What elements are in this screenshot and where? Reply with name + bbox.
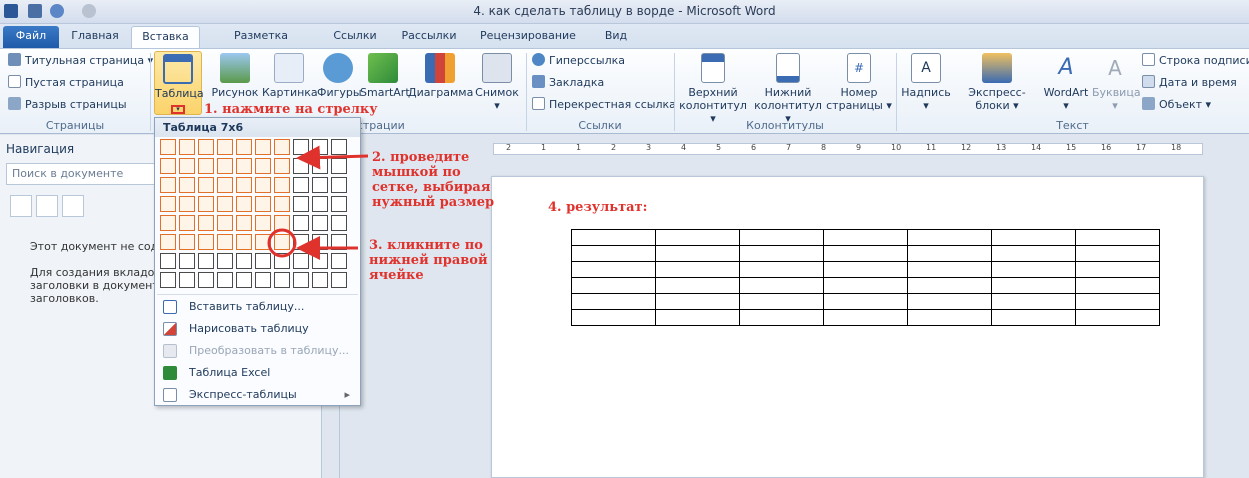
- highlight-circle: [267, 228, 297, 258]
- arrow-step2: [296, 145, 369, 170]
- annotation-arrows: [267, 145, 369, 260]
